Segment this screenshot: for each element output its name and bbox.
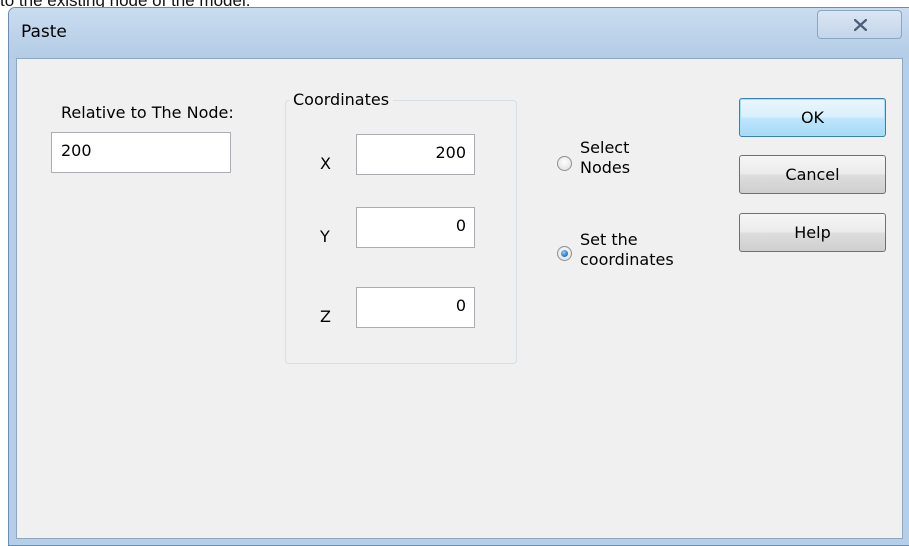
y-label: Y xyxy=(320,227,330,246)
dialog-title: Paste xyxy=(21,22,67,42)
x-label: X xyxy=(320,154,331,173)
relative-node-input[interactable]: 200 xyxy=(51,132,231,173)
set-coordinates-radio[interactable] xyxy=(557,246,572,261)
x-coordinate-value: 200 xyxy=(435,143,466,162)
relative-node-label: Relative to The Node: xyxy=(61,103,234,122)
help-button[interactable]: Help xyxy=(739,213,886,252)
select-nodes-label[interactable]: Select Nodes xyxy=(580,138,630,178)
paste-dialog: Paste Relative to The Node: 200 Coordina… xyxy=(8,7,909,546)
set-coordinates-label-line2: coordinates xyxy=(580,250,674,269)
ok-button[interactable]: OK xyxy=(739,98,886,137)
y-coordinate-value: 0 xyxy=(455,216,466,235)
coordinates-legend: Coordinates xyxy=(289,90,394,109)
close-icon xyxy=(854,19,867,31)
z-coordinate-input[interactable]: 0 xyxy=(356,287,475,328)
select-nodes-radio[interactable] xyxy=(557,156,572,171)
close-button[interactable] xyxy=(817,10,902,39)
radio-selected-dot xyxy=(561,250,568,257)
dialog-client-area: Relative to The Node: 200 Coordinates X … xyxy=(16,58,903,539)
select-nodes-label-line2: Nodes xyxy=(580,158,631,177)
y-coordinate-input[interactable]: 0 xyxy=(356,207,475,248)
select-nodes-label-line1: Select xyxy=(580,138,630,157)
set-coordinates-label-line1: Set the xyxy=(580,230,638,249)
cancel-button[interactable]: Cancel xyxy=(739,155,886,194)
set-coordinates-label[interactable]: Set the coordinates xyxy=(580,230,674,270)
x-coordinate-input[interactable]: 200 xyxy=(356,134,475,175)
title-bar[interactable]: Paste xyxy=(9,8,909,58)
z-coordinate-value: 0 xyxy=(455,296,466,315)
relative-node-value: 200 xyxy=(61,141,92,160)
z-label: Z xyxy=(320,307,331,326)
